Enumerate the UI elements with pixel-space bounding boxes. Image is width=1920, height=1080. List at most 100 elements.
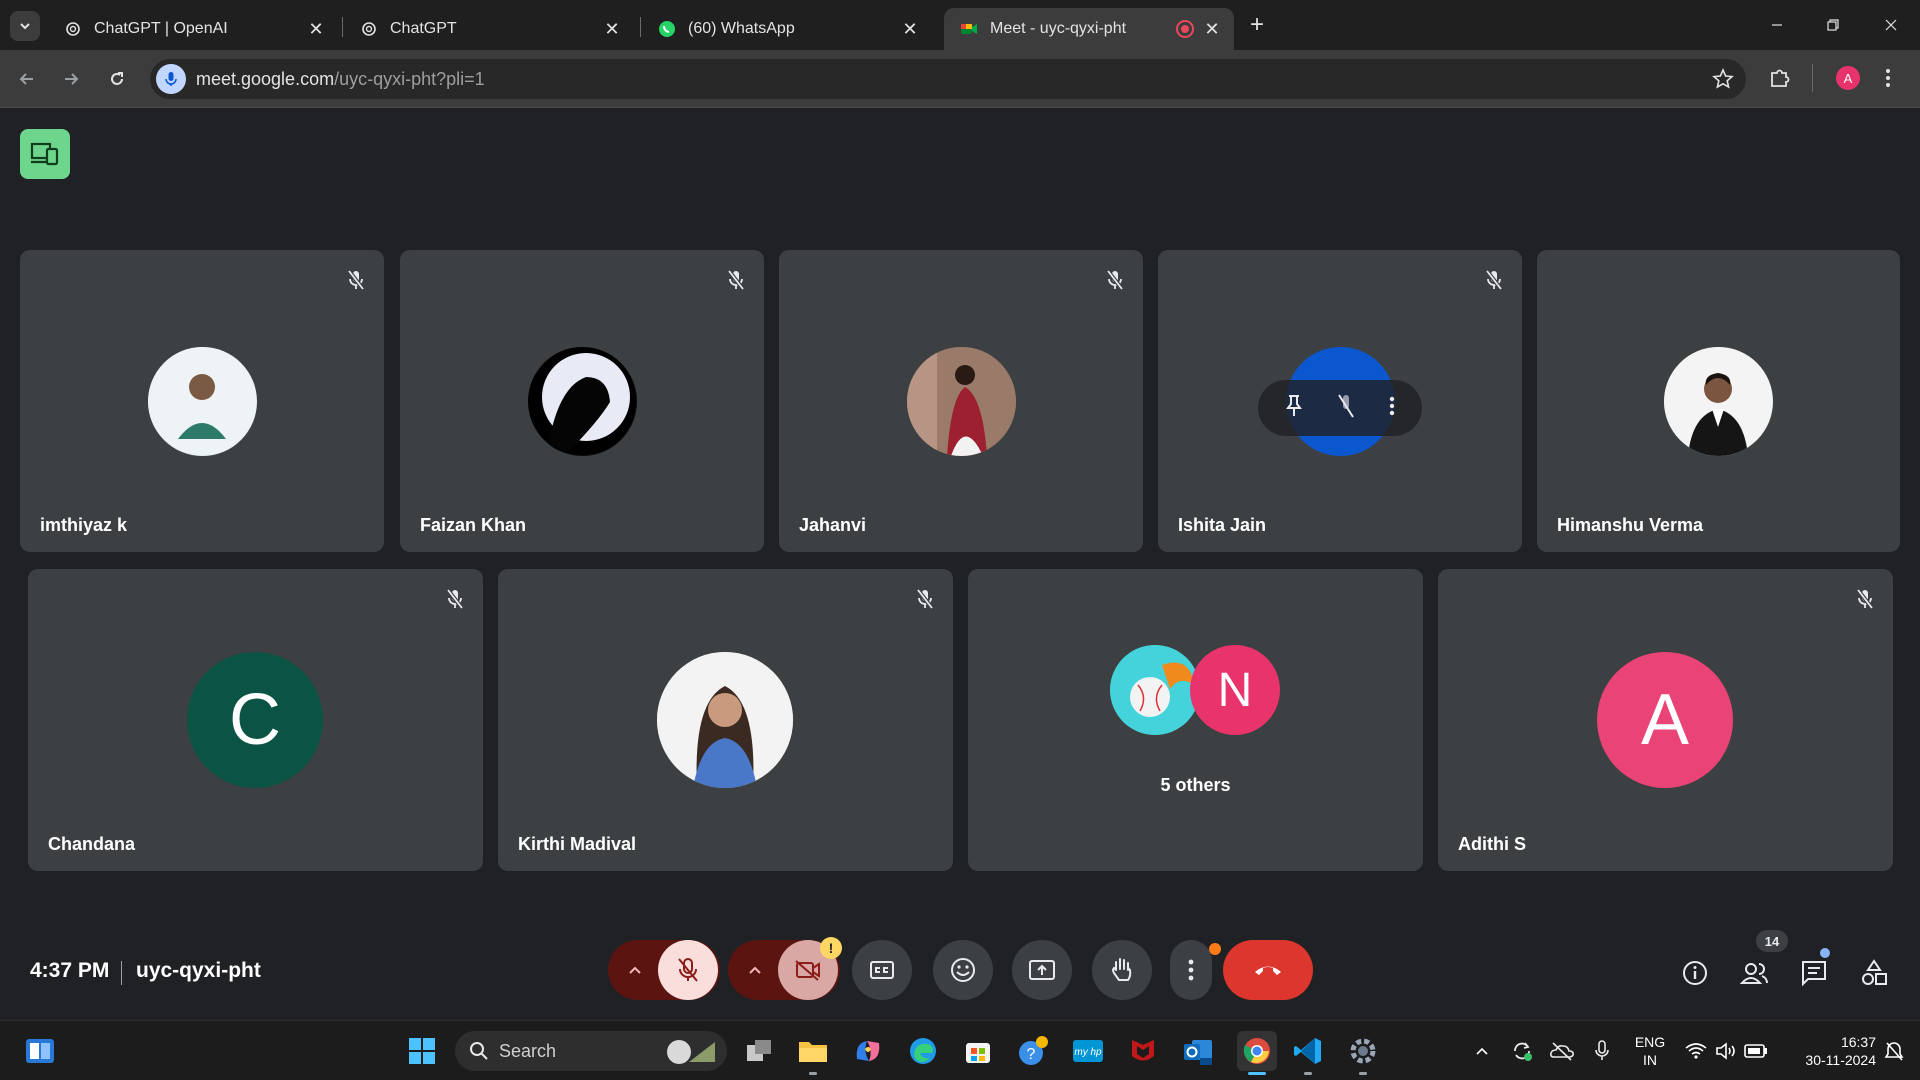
url-path: /uyc-qyxi-pht?pli=1 [334, 69, 485, 89]
taskbar-search-box[interactable]: Search [455, 1031, 727, 1071]
chrome-icon[interactable] [1237, 1031, 1277, 1071]
participant-tile-jahanvi[interactable]: Jahanvi [779, 250, 1143, 552]
microphone-in-use-icon[interactable] [1586, 1035, 1618, 1067]
show-hidden-icons-chevron[interactable] [1466, 1035, 1498, 1067]
pin-icon[interactable] [1285, 394, 1303, 423]
more-options-icon[interactable] [1389, 395, 1395, 422]
profile-avatar[interactable]: A [1836, 66, 1860, 90]
close-tab-icon[interactable]: ✕ [898, 17, 922, 41]
volume-icon[interactable] [1710, 1035, 1742, 1067]
people-count-badge: 14 [1756, 930, 1788, 952]
mcafee-icon[interactable] [1127, 1035, 1159, 1067]
close-tab-icon[interactable]: ✕ [1200, 17, 1224, 41]
settings-icon[interactable] [1347, 1035, 1379, 1067]
participant-avatar [1664, 347, 1773, 456]
search-icon [470, 1042, 488, 1060]
browser-menu-icon[interactable] [1884, 66, 1892, 95]
new-tab-button[interactable]: + [1242, 10, 1272, 40]
language-code: ENG [1634, 1034, 1666, 1050]
activities-button[interactable] [1856, 955, 1892, 991]
audio-settings-chevron-button[interactable] [612, 940, 658, 1000]
windows-start-icon[interactable] [406, 1035, 438, 1067]
participant-tile-imthiyaz-k[interactable]: imthiyaz k [20, 250, 384, 552]
copilot-icon[interactable] [852, 1035, 884, 1067]
participant-tile-ishita-jain[interactable]: Ishita Jain [1158, 250, 1522, 552]
participant-avatar [657, 652, 793, 788]
site-mic-permission-icon[interactable] [156, 64, 186, 94]
phone-hangup-icon [1255, 966, 1281, 975]
close-tab-icon[interactable]: ✕ [600, 17, 624, 41]
system-clock[interactable]: 16:37 30-11-2024 [1780, 1033, 1876, 1069]
notification-center-icon[interactable] [1878, 1035, 1910, 1067]
closed-captions-icon [870, 961, 894, 979]
onedrive-offline-icon[interactable] [1546, 1035, 1578, 1067]
chat-icon [1802, 961, 1826, 987]
google-meet-logo-icon [960, 20, 978, 38]
back-button[interactable] [12, 64, 42, 94]
participant-tile-others[interactable]: N 5 others [968, 569, 1423, 871]
avatar-initial: N [1217, 663, 1253, 717]
minimize-button[interactable] [1762, 10, 1792, 40]
recording-indicator-icon [1176, 20, 1194, 38]
task-view-icon[interactable] [743, 1035, 775, 1067]
get-help-icon[interactable]: ? [1017, 1035, 1049, 1067]
sync-icon[interactable] [1506, 1035, 1538, 1067]
video-settings-chevron-button[interactable] [732, 940, 778, 1000]
tab-whatsapp[interactable]: (60) WhatsApp ✕ [642, 8, 932, 50]
microsoft-store-icon[interactable] [962, 1035, 994, 1067]
tab-separator [640, 17, 641, 37]
reactions-button[interactable] [933, 940, 993, 1000]
tab-title: Meet - uyc-qyxi-pht [990, 20, 1127, 37]
participant-tile-adithi-s[interactable]: A Adithi S [1438, 569, 1893, 871]
bookmark-star-icon[interactable] [1712, 67, 1734, 95]
participant-tile-himanshu-verma[interactable]: Himanshu Verma [1537, 250, 1900, 552]
file-explorer-icon[interactable] [797, 1035, 829, 1067]
raise-hand-button[interactable] [1092, 940, 1152, 1000]
captions-button[interactable] [852, 940, 912, 1000]
tab-title: ChatGPT | OpenAI [94, 20, 228, 37]
outlook-icon[interactable] [1182, 1035, 1214, 1067]
more-options-button[interactable] [1170, 940, 1212, 1000]
participant-name: Jahanvi [799, 515, 867, 535]
extensions-puzzle-icon[interactable] [1768, 66, 1792, 95]
microphone-toggle-button[interactable] [658, 940, 718, 1000]
edge-browser-icon[interactable] [907, 1035, 939, 1067]
companion-mode-button[interactable] [20, 129, 70, 179]
participant-avatar [148, 347, 257, 456]
widgets-icon[interactable] [24, 1035, 56, 1067]
input-language-indicator[interactable]: ENG IN [1630, 1033, 1670, 1069]
wifi-icon[interactable] [1680, 1035, 1712, 1067]
restore-button[interactable] [1818, 10, 1848, 40]
url-text: meet.google.com/uyc-qyxi-pht?pli=1 [196, 69, 485, 90]
present-screen-icon [1029, 960, 1055, 980]
reload-button[interactable] [102, 64, 132, 94]
vscode-icon[interactable] [1292, 1035, 1324, 1067]
tab-chatgpt-openai[interactable]: ChatGPT | OpenAI ✕ [48, 8, 338, 50]
close-window-button[interactable] [1876, 10, 1906, 40]
meeting-details-button[interactable] [1677, 955, 1713, 991]
people-button[interactable] [1736, 955, 1772, 991]
chat-button[interactable] [1796, 955, 1832, 991]
participant-tile-kirthi-madival[interactable]: Kirthi Madival [498, 569, 953, 871]
forward-button[interactable] [56, 64, 86, 94]
participant-tile-faizan-khan[interactable]: Faizan Khan [400, 250, 764, 552]
search-highlight-icon [667, 1040, 715, 1064]
meeting-code: uyc-qyxi-pht [136, 959, 261, 982]
svg-text:?: ? [1027, 1046, 1036, 1063]
browser-tab-strip: ChatGPT | OpenAI ✕ ChatGPT ✕ (60) WhatsA… [0, 0, 1920, 50]
battery-icon[interactable] [1740, 1035, 1772, 1067]
leave-call-button[interactable] [1223, 940, 1313, 1000]
myhp-icon[interactable]: my hp [1072, 1035, 1104, 1067]
tab-search-button[interactable] [10, 11, 40, 41]
tab-chatgpt[interactable]: ChatGPT ✕ [344, 8, 634, 50]
present-screen-button[interactable] [1012, 940, 1072, 1000]
close-tab-icon[interactable]: ✕ [304, 17, 328, 41]
participant-tile-chandana[interactable]: C Chandana [28, 569, 483, 871]
search-label: Search [499, 1040, 557, 1061]
address-bar[interactable]: meet.google.com/uyc-qyxi-pht?pli=1 [150, 59, 1746, 99]
participant-name: Faizan Khan [420, 515, 527, 535]
tab-google-meet[interactable]: Meet - uyc-qyxi-pht ✕ [944, 8, 1234, 50]
shapes-icon [1862, 959, 1887, 985]
mute-participant-icon[interactable] [1336, 392, 1356, 425]
notification-dot [1209, 943, 1221, 955]
